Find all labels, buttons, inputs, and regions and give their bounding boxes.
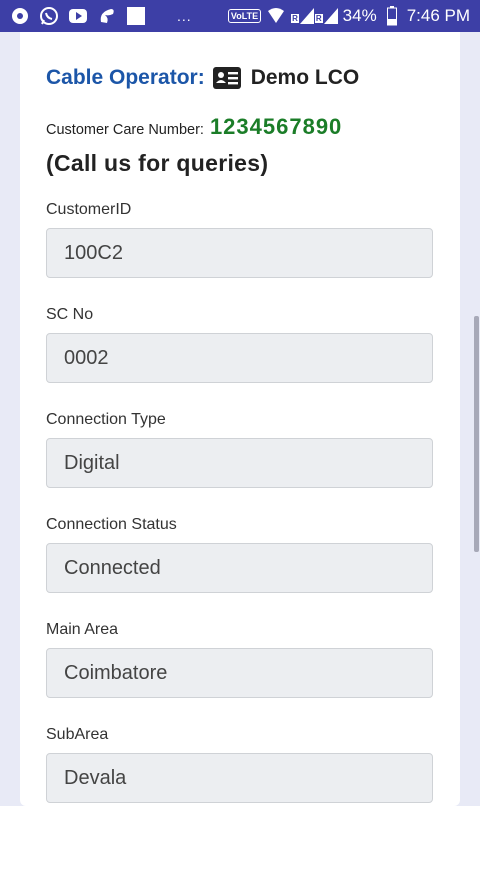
status-bar: ... VoLTE R R 34% 7:46 PM [0,0,480,32]
sim-badge: R [291,14,299,23]
customer-id-field: 100C2 [46,228,433,278]
scrollbar[interactable] [474,316,479,552]
sub-area-label: SubArea [46,726,109,743]
sim-badge-2: R [314,14,323,23]
cable-operator-row: Cable Operator: Demo LCO [46,64,359,92]
more-notifications: ... [177,8,192,24]
connection-type-field: Digital [46,438,433,488]
clock: 7:46 PM [406,6,470,25]
customer-care-number[interactable]: 1234567890 [210,114,342,140]
sc-no-label: SC No [46,306,94,323]
cable-operator-label: Cable Operator: [46,66,205,89]
sub-area-field: Devala [46,753,433,803]
main-area-label: Main Area [46,621,119,638]
app-icon [10,6,30,26]
volte-badge: VoLTE [227,9,262,23]
call-us-text: (Call us for queries) [46,150,269,176]
operator-name: Demo LCO [250,66,360,89]
whatsapp-icon [39,6,59,26]
signal-icon: R R [291,8,338,24]
youtube-icon [68,6,88,26]
battery-percent: 34% [342,6,377,25]
sc-no-field: 0002 [46,333,433,383]
main-area-field: Coimbatore [46,648,433,698]
customer-care-label: Customer Care Number: [46,122,204,138]
bottom-blank-area [0,806,480,892]
connection-type-label: Connection Type [46,411,166,428]
customer-details-card: Cable Operator: Demo LCO Customer Care N… [20,32,460,806]
connection-status-label: Connection Status [46,516,177,533]
wifi-icon [266,6,286,26]
customer-care-row: Customer Care Number: 1234567890 [46,114,342,140]
battery-icon [382,6,402,26]
app-icon-2 [97,6,117,26]
id-card-icon [212,67,241,89]
notification-icon [126,6,146,26]
customer-id-label: CustomerID [46,201,132,218]
connection-status-field: Connected [46,543,433,593]
